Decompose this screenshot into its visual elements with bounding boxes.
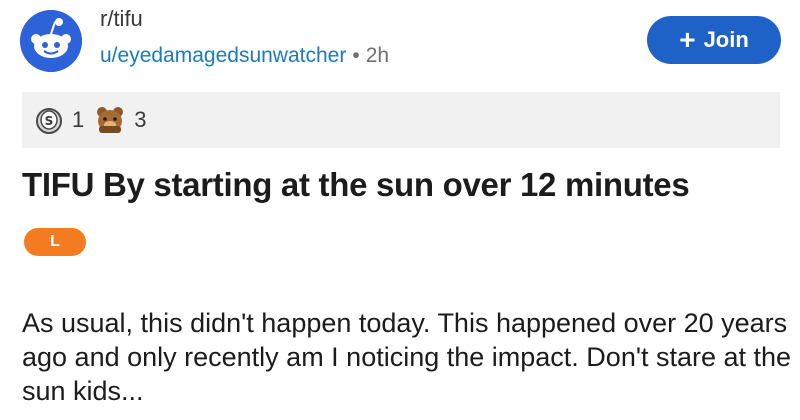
award-bear[interactable]: 3: [94, 104, 147, 136]
award-count: 3: [134, 107, 147, 132]
svg-text:S: S: [45, 114, 54, 128]
author-link[interactable]: u/eyedamagedsunwatcher: [100, 44, 346, 67]
snoo-icon: [20, 10, 82, 72]
plus-icon: +: [679, 24, 696, 55]
join-button[interactable]: + Join: [647, 16, 781, 64]
post-title[interactable]: TIFU By starting at the sun over 12 minu…: [22, 166, 690, 204]
silver-coin-award-icon: S: [36, 108, 62, 134]
bear-award-icon: [97, 107, 124, 133]
awards-bar[interactable]: S 1 3: [22, 92, 780, 148]
meta-separator: •: [352, 44, 360, 67]
post-meta: u/eyedamagedsunwatcher • 2h: [100, 43, 389, 69]
join-label: Join: [703, 27, 749, 52]
post-age: 2h: [365, 44, 390, 67]
award-count: 1: [72, 107, 85, 132]
award-silver[interactable]: S 1: [34, 105, 84, 135]
post-header: r/tifu u/eyedamagedsunwatcher • 2h + Join: [0, 0, 800, 80]
subreddit-name[interactable]: r/tifu: [100, 6, 143, 32]
post-flair[interactable]: L: [24, 228, 86, 256]
subreddit-avatar[interactable]: [20, 10, 82, 72]
post-body: As usual, this didn't happen today. This…: [22, 308, 792, 406]
